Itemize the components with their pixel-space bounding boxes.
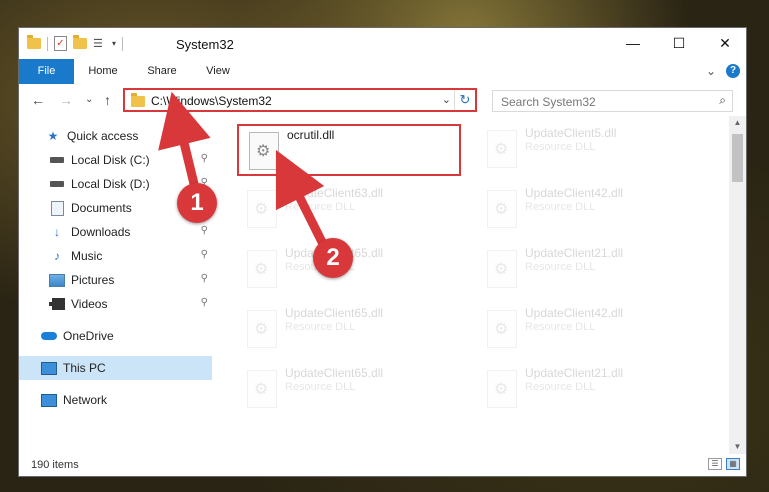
arrow-to-address-bar — [158, 91, 211, 197]
step-badge-2: 2 — [313, 238, 353, 278]
arrow-to-file — [275, 149, 331, 255]
annotation-arrows — [158, 91, 331, 255]
step-badge-1: 1 — [177, 183, 217, 223]
